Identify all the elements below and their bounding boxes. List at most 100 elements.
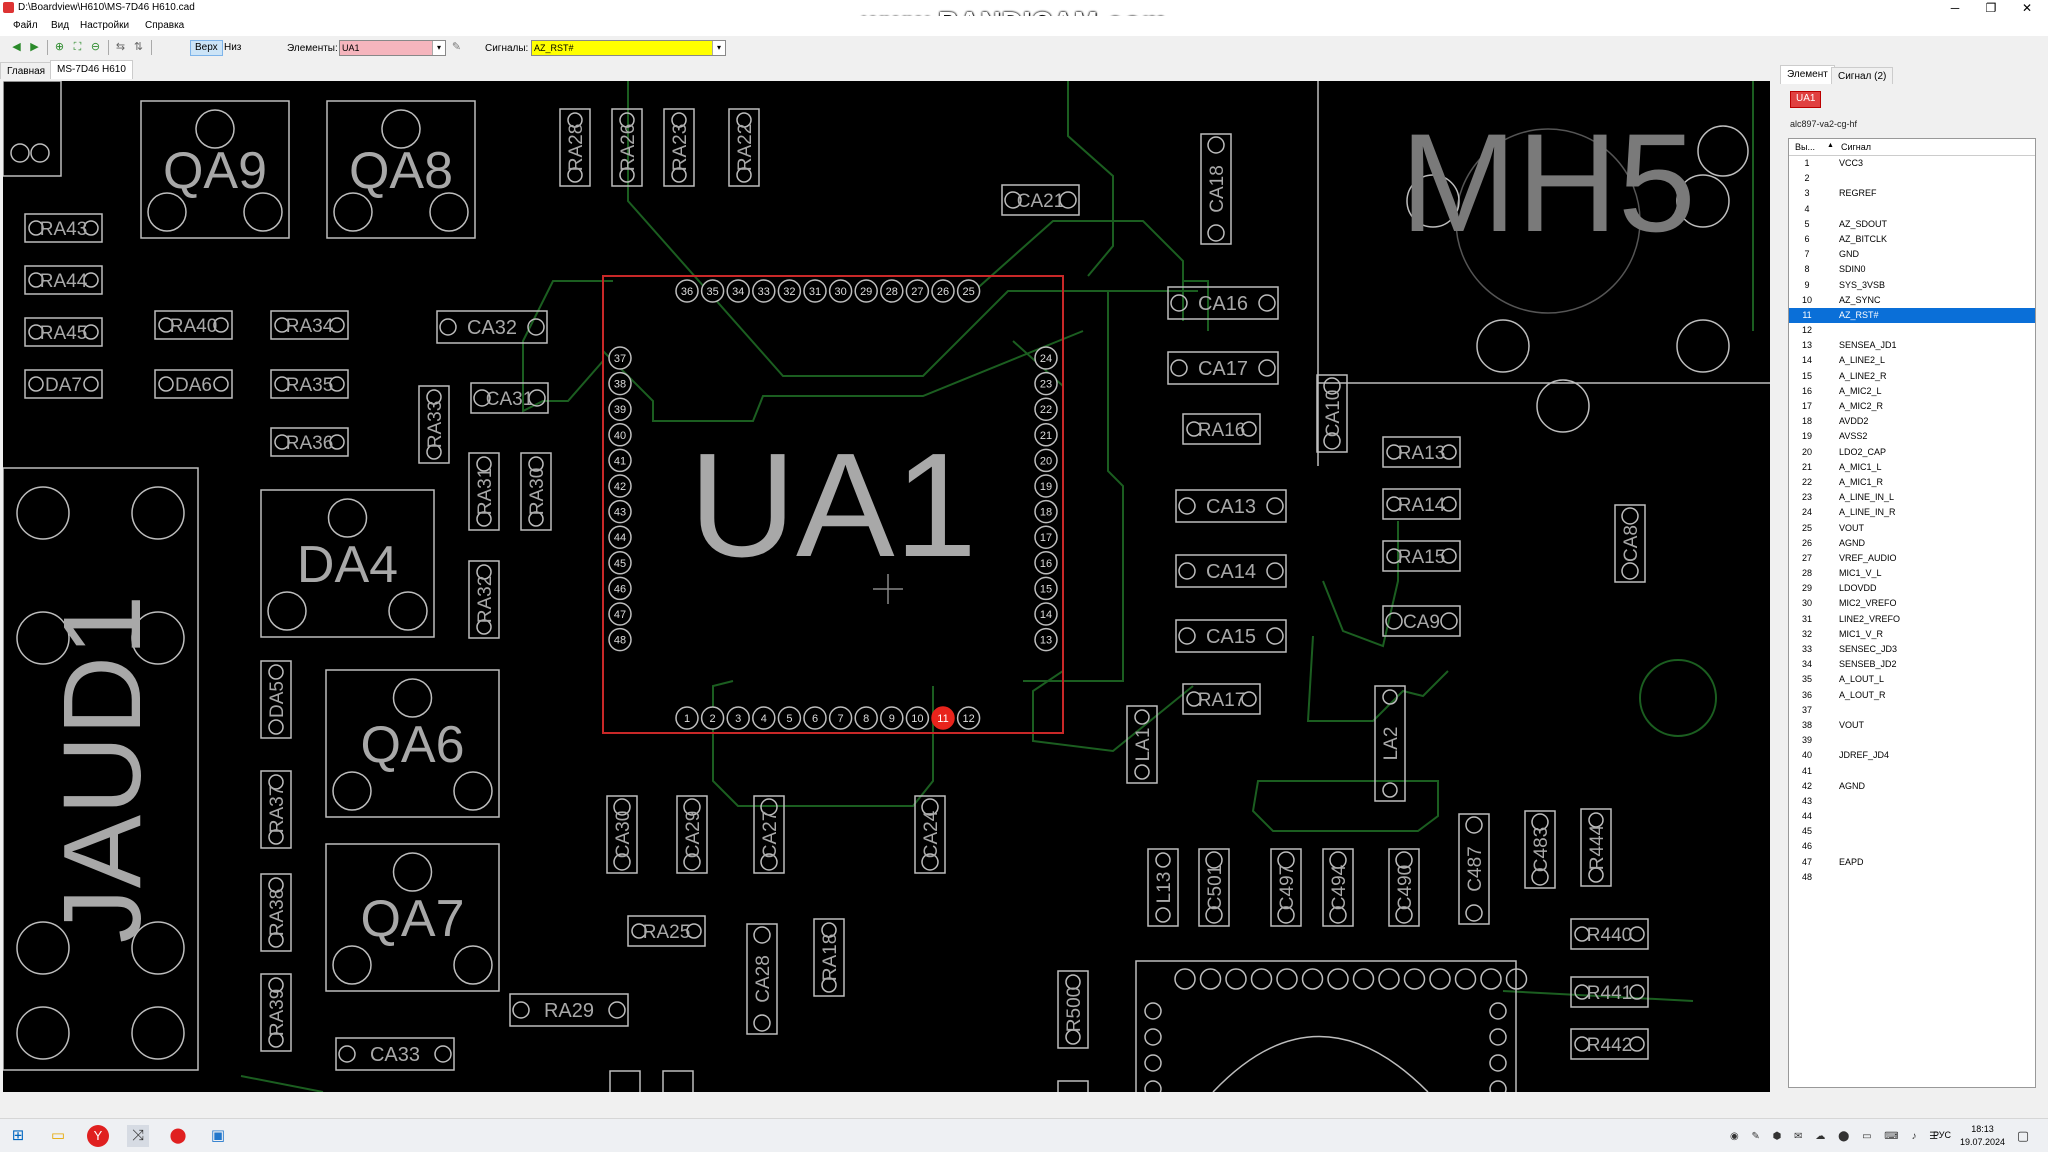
chip-pin[interactable]: 25 — [956, 279, 981, 303]
table-row[interactable]: 9 SYS_3VSB — [1789, 278, 2035, 293]
fit-view-icon[interactable]: ⛶ — [70, 40, 85, 55]
chip-pin[interactable]: 21 — [1034, 423, 1058, 447]
start-icon[interactable]: ⊞ — [7, 1125, 29, 1147]
app-window-icon[interactable]: ▣ — [207, 1125, 229, 1147]
table-row[interactable]: 12 — [1789, 323, 2035, 338]
table-row[interactable]: 21 A_MIC1_L — [1789, 460, 2035, 475]
table-row[interactable]: 34 SENSEB_JD2 — [1789, 657, 2035, 672]
chip-pin[interactable]: 13 — [1034, 627, 1058, 652]
chip-pin[interactable]: 30 — [828, 279, 853, 303]
chip-pin[interactable]: 3 — [726, 706, 750, 730]
chevron-down-icon[interactable]: ▾ — [712, 41, 725, 55]
table-row[interactable]: 42 AGND — [1789, 779, 2035, 794]
minimize-button[interactable]: ─ — [1939, 0, 1971, 16]
chip-pin[interactable]: 5 — [777, 706, 802, 730]
table-row[interactable]: 48 — [1789, 870, 2035, 885]
chip-pin[interactable]: 2 — [700, 706, 725, 730]
zoom-in-icon[interactable]: ⊕ — [52, 40, 67, 55]
chip-pin[interactable]: 18 — [1034, 499, 1058, 524]
chip-pin[interactable]: 6 — [803, 706, 827, 730]
sort-ascending-icon[interactable]: ▲ — [1827, 142, 1834, 149]
table-row[interactable]: 20 LDO2_CAP — [1789, 445, 2035, 460]
table-row[interactable]: 23 A_LINE_IN_L — [1789, 490, 2035, 505]
table-row[interactable]: 7 GND — [1789, 247, 2035, 262]
bottom-side-toggle[interactable]: Низ — [220, 40, 245, 56]
table-row[interactable]: 30 MIC2_VREFO — [1789, 596, 2035, 611]
table-row[interactable]: 47 EAPD — [1789, 855, 2035, 870]
elements-combo[interactable]: UA1 ▾ — [339, 40, 446, 56]
table-row[interactable]: 17 A_MIC2_R — [1789, 399, 2035, 414]
file-explorer-icon[interactable]: ▭ — [47, 1125, 69, 1147]
table-row[interactable]: 39 — [1789, 733, 2035, 748]
chip-pin[interactable]: 28 — [880, 279, 904, 303]
chip-pin[interactable]: 44 — [608, 525, 632, 549]
restore-button[interactable]: ❐ — [1975, 0, 2007, 16]
chip-pin[interactable]: 37 — [608, 346, 632, 370]
column-header-signal[interactable]: Сигнал — [1841, 142, 1871, 152]
table-row[interactable]: 5 AZ_SDOUT — [1789, 217, 2035, 232]
table-row[interactable]: 6 AZ_BITCLK — [1789, 232, 2035, 247]
chip-pin[interactable]: 12 — [956, 706, 981, 730]
table-row[interactable]: 41 — [1789, 764, 2035, 779]
chip-pin[interactable]: 42 — [608, 474, 632, 498]
chip-pin[interactable]: 22 — [1034, 397, 1058, 421]
table-row[interactable]: 18 AVDD2 — [1789, 414, 2035, 429]
flip-vertical-icon[interactable]: ⇅ — [131, 40, 146, 55]
table-row[interactable]: 46 — [1789, 839, 2035, 854]
chip-pin[interactable]: 46 — [608, 576, 632, 601]
chip-pin[interactable]: 48 — [608, 627, 632, 652]
chip-pin[interactable]: 9 — [880, 706, 904, 730]
chip-pin[interactable]: 47 — [608, 602, 632, 626]
table-row[interactable]: 45 — [1789, 824, 2035, 839]
table-row[interactable]: 32 MIC1_V_R — [1789, 627, 2035, 642]
table-row[interactable]: 4 — [1789, 202, 2035, 217]
back-icon[interactable]: ◀ — [9, 40, 24, 55]
table-row[interactable]: 19 AVSS2 — [1789, 429, 2035, 444]
chip-pin[interactable]: 8 — [854, 706, 878, 730]
chip-pin[interactable]: 24 — [1034, 346, 1058, 370]
menu-settings[interactable]: Настройки — [80, 20, 129, 31]
close-button[interactable]: ✕ — [2011, 0, 2043, 16]
table-row[interactable]: 8 SDIN0 — [1789, 262, 2035, 277]
chip-pin[interactable]: 1 — [675, 706, 699, 730]
chip-pin[interactable]: 35 — [700, 279, 725, 303]
table-row[interactable]: 1 VCC3 — [1789, 156, 2035, 171]
bandicam-icon[interactable]: ⬤ — [167, 1125, 189, 1147]
chip-pin[interactable]: 16 — [1034, 551, 1058, 575]
table-row[interactable]: 38 VOUT — [1789, 718, 2035, 733]
chip-pin[interactable]: 34 — [726, 279, 750, 303]
table-row[interactable]: 40 JDREF_JD4 — [1789, 748, 2035, 763]
table-row[interactable]: 28 MIC1_V_L — [1789, 566, 2035, 581]
chip-pin[interactable]: 45 — [608, 551, 632, 575]
chip-pin[interactable]: 26 — [931, 279, 955, 303]
tab-element[interactable]: Элемент — [1780, 65, 1835, 84]
chip-pin[interactable]: 41 — [608, 448, 632, 473]
table-row[interactable]: 27 VREF_AUDIO — [1789, 551, 2035, 566]
chip-pin[interactable]: 29 — [854, 279, 878, 303]
table-row[interactable]: 31 LINE2_VREFO — [1789, 612, 2035, 627]
chevron-down-icon[interactable]: ▾ — [432, 41, 445, 55]
table-row[interactable]: 37 — [1789, 703, 2035, 718]
table-row[interactable]: 14 A_LINE2_L — [1789, 353, 2035, 368]
chip-pin[interactable]: 39 — [608, 397, 632, 421]
table-row[interactable]: 26 AGND — [1789, 536, 2035, 551]
taskbar-clock[interactable]: 18:13 19.07.2024 — [1960, 1123, 2005, 1149]
pin-signal-table[interactable]: Вы... ▲ Сигнал 1 VCC3 2 3 REGREF 4 5 AZ_SDOUT 6 A… — [1788, 138, 2036, 1088]
table-row[interactable]: 25 VOUT — [1789, 521, 2035, 536]
tab-board[interactable]: MS-7D46 H610 — [50, 60, 133, 79]
flip-horizontal-icon[interactable]: ⇆ — [113, 40, 128, 55]
chip-pin[interactable]: 43 — [608, 499, 632, 524]
column-header-pin[interactable]: Вы... — [1795, 142, 1815, 152]
table-row[interactable]: 2 — [1789, 171, 2035, 186]
boardview-app-icon[interactable]: ⤨ — [127, 1125, 149, 1147]
table-row[interactable]: 44 — [1789, 809, 2035, 824]
forward-icon[interactable]: ▶ — [27, 40, 42, 55]
chip-pin[interactable]: 33 — [752, 279, 776, 303]
chip-pin[interactable]: 31 — [803, 279, 827, 303]
chip-pin[interactable]: 38 — [608, 371, 632, 396]
input-language[interactable]: РУС — [1933, 1130, 1951, 1140]
signals-combo[interactable]: AZ_RST# ▾ — [531, 40, 726, 56]
chip-pin[interactable]: 14 — [1034, 602, 1058, 626]
chip-pin[interactable]: 40 — [608, 423, 632, 447]
table-row[interactable]: 3 REGREF — [1789, 186, 2035, 201]
